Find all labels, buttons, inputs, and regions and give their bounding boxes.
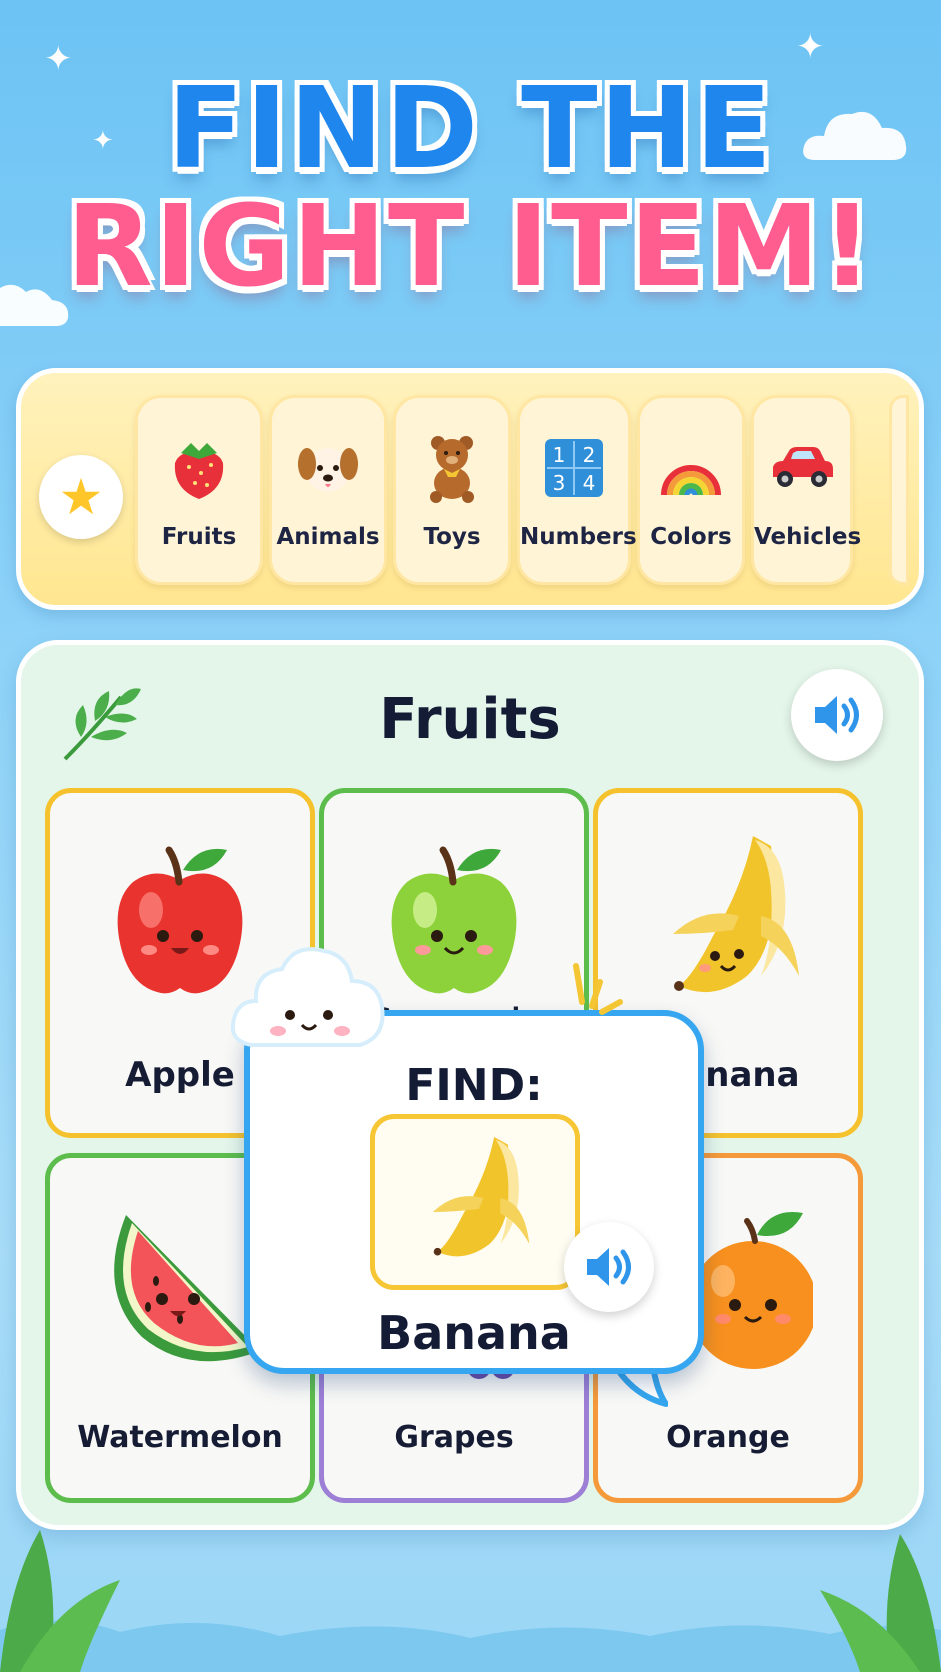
category-label: Toys bbox=[423, 524, 481, 550]
find-target-image bbox=[370, 1114, 580, 1290]
category-vehicles[interactable]: Vehicles bbox=[751, 395, 862, 585]
teddy-bear-icon bbox=[396, 432, 508, 504]
category-label: Numbers bbox=[520, 524, 637, 550]
panel-sound-button[interactable] bbox=[791, 669, 883, 761]
strawberry-icon bbox=[138, 432, 260, 504]
sparkle-lines-icon bbox=[573, 963, 623, 1015]
svg-text:1: 1 bbox=[553, 443, 566, 467]
star-icon: ★ bbox=[58, 468, 104, 526]
foliage-decoration bbox=[0, 1530, 941, 1672]
rainbow-icon bbox=[640, 432, 742, 504]
category-bar: ★ Fruits Animals Toys 1 2 3 4 Numbers Co… bbox=[16, 368, 924, 610]
find-sound-button[interactable] bbox=[564, 1222, 654, 1312]
svg-text:2: 2 bbox=[583, 443, 596, 467]
panel-title: Fruits bbox=[379, 687, 561, 752]
banana-icon bbox=[432, 1137, 530, 1257]
fruit-label: Orange bbox=[666, 1420, 790, 1455]
speaker-icon bbox=[815, 696, 859, 734]
fruit-label: Grapes bbox=[394, 1420, 514, 1455]
title-line-1: FIND THE bbox=[167, 64, 774, 194]
fruit-label: Watermelon bbox=[77, 1420, 283, 1455]
svg-text:4: 4 bbox=[583, 471, 596, 495]
title-line-2: RIGHT ITEM! bbox=[66, 182, 875, 312]
puppy-icon bbox=[272, 432, 384, 504]
category-numbers[interactable]: 1 2 3 4 Numbers bbox=[517, 395, 637, 585]
number-blocks-icon: 1 2 3 4 bbox=[520, 432, 628, 504]
find-target-popup: FIND: Banana bbox=[244, 1010, 704, 1374]
category-fruits[interactable]: Fruits bbox=[135, 395, 263, 585]
category-partial-tile[interactable] bbox=[889, 395, 909, 585]
cloud-mascot-icon bbox=[230, 947, 385, 1047]
category-label: Animals bbox=[276, 524, 380, 550]
sparkle-icon: ✦ bbox=[796, 27, 825, 67]
category-toys[interactable]: Toys bbox=[393, 395, 511, 585]
favorites-star-button[interactable]: ★ bbox=[39, 455, 123, 539]
car-icon bbox=[754, 432, 850, 504]
category-colors[interactable]: Colors bbox=[637, 395, 745, 585]
game-title: FIND THE RIGHT ITEM! bbox=[0, 70, 941, 306]
category-label: Vehicles bbox=[754, 524, 862, 550]
find-target-name: Banana bbox=[377, 1306, 571, 1360]
category-label: Fruits bbox=[161, 524, 237, 550]
category-animals[interactable]: Animals bbox=[269, 395, 387, 585]
banana-icon bbox=[598, 821, 858, 1021]
svg-text:3: 3 bbox=[553, 471, 566, 495]
speaker-icon bbox=[587, 1248, 631, 1286]
find-label: FIND: bbox=[405, 1060, 543, 1111]
category-label: Colors bbox=[650, 524, 732, 550]
